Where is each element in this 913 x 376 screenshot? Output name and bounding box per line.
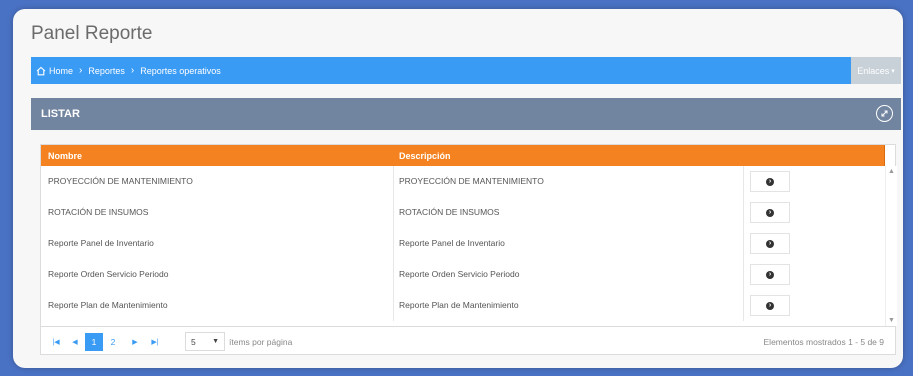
page-size-select[interactable]: 5 ▼ <box>185 332 225 351</box>
table-row: Reporte Panel de Inventario Reporte Pane… <box>41 228 885 259</box>
listar-title: LISTAR <box>41 108 80 120</box>
chevron-right-icon: › <box>130 65 135 76</box>
enlaces-dropdown[interactable]: Enlaces ▾ <box>851 57 901 84</box>
enlaces-label: Enlaces <box>857 65 890 76</box>
page-button[interactable]: 2 <box>104 333 122 351</box>
cell-nombre: Reporte Orden Servicio Periodo <box>48 269 169 279</box>
cell-nombre: ROTACIÓN DE INSUMOS <box>48 207 149 217</box>
cell-descripcion: ROTACIÓN DE INSUMOS <box>399 207 500 217</box>
panel-card: Panel Reporte Home › Reportes › Reportes… <box>13 9 903 368</box>
breadcrumb-home[interactable]: Home <box>36 66 73 76</box>
table-row: Reporte Orden Servicio Periodo Reporte O… <box>41 259 885 290</box>
chevron-right-icon: › <box>79 65 83 76</box>
info-icon: › <box>766 301 774 310</box>
view-report-button[interactable]: › <box>750 233 790 254</box>
expand-icon[interactable] <box>876 105 893 122</box>
info-icon: › <box>766 208 774 217</box>
breadcrumb: Home › Reportes › Reportes operativos <box>31 57 861 84</box>
pager: |◀ ◀ 1 2 ▶ ▶| 5 ▼ ítems por página Eleme… <box>41 326 896 356</box>
cell-descripcion: Reporte Orden Servicio Periodo <box>399 269 520 279</box>
vertical-scrollbar[interactable]: ▲ ▼ <box>885 166 897 326</box>
cell-descripcion: Reporte Plan de Mantenimiento <box>399 300 519 310</box>
items-shown-label: Elementos mostrados 1 - 5 de 9 <box>763 337 884 347</box>
prev-page-icon[interactable]: ◀ <box>66 333 84 351</box>
view-report-button[interactable]: › <box>750 171 790 192</box>
last-page-icon[interactable]: ▶| <box>146 333 164 351</box>
scroll-up-icon[interactable]: ▲ <box>888 168 895 175</box>
report-grid: Nombre Descripción PROYECCIÓN DE MANTENI… <box>40 144 897 356</box>
chevron-down-icon: ▾ <box>891 67 895 75</box>
view-report-button[interactable]: › <box>750 295 790 316</box>
breadcrumb-reportes-operativos[interactable]: Reportes operativos <box>140 66 221 76</box>
scroll-down-icon[interactable]: ▼ <box>888 317 895 324</box>
cell-nombre: Reporte Panel de Inventario <box>48 238 154 248</box>
page-title: Panel Reporte <box>31 23 153 44</box>
cell-descripcion: PROYECCIÓN DE MANTENIMIENTO <box>399 176 544 186</box>
page-button[interactable]: 1 <box>85 333 103 351</box>
info-icon: › <box>766 239 774 248</box>
next-page-icon[interactable]: ▶ <box>126 333 144 351</box>
column-header-descripcion[interactable]: Descripción <box>399 151 451 161</box>
first-page-icon[interactable]: |◀ <box>47 333 65 351</box>
breadcrumb-home-label: Home <box>49 65 74 76</box>
cell-nombre: Reporte Plan de Mantenimiento <box>48 300 168 310</box>
info-icon: › <box>766 270 774 279</box>
view-report-button[interactable]: › <box>750 202 790 223</box>
grid-header: Nombre Descripción <box>41 145 885 166</box>
home-icon <box>36 66 46 75</box>
info-icon: › <box>766 177 774 186</box>
chevron-down-icon: ▼ <box>212 338 219 345</box>
listar-header: LISTAR <box>31 98 901 130</box>
table-row: Reporte Plan de Mantenimiento Reporte Pl… <box>41 290 885 321</box>
table-row: ROTACIÓN DE INSUMOS ROTACIÓN DE INSUMOS … <box>41 197 885 228</box>
cell-nombre: PROYECCIÓN DE MANTENIMIENTO <box>48 176 193 186</box>
column-header-nombre[interactable]: Nombre <box>48 151 82 161</box>
table-row: PROYECCIÓN DE MANTENIMIENTO PROYECCIÓN D… <box>41 166 885 197</box>
breadcrumb-reportes[interactable]: Reportes <box>88 66 125 76</box>
cell-descripcion: Reporte Panel de Inventario <box>399 238 505 248</box>
view-report-button[interactable]: › <box>750 264 790 285</box>
page-size-value: 5 <box>191 336 196 347</box>
per-page-label: ítems por página <box>229 337 293 347</box>
